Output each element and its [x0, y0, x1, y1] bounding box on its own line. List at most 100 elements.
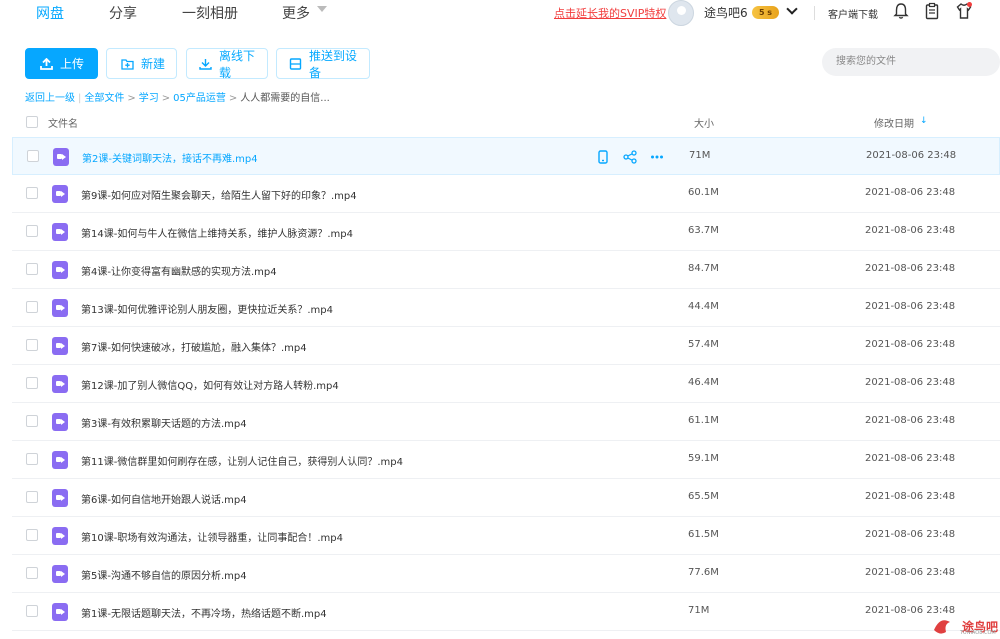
row-checkbox[interactable]: [26, 567, 38, 579]
row-checkbox[interactable]: [26, 377, 38, 389]
row-checkbox[interactable]: [26, 415, 38, 427]
file-row[interactable]: 第4课-让你变得富有幽默感的实现方法.mp4 84.7M 2021-08-06 23…: [12, 251, 1000, 289]
chevron-down-icon[interactable]: [786, 3, 798, 15]
file-row[interactable]: 第12课-加了别人微信QQ，如何有效让对方路人转粉.mp4 46.4M 2021-0…: [12, 365, 1000, 403]
new-label: 新建: [141, 57, 166, 71]
file-row[interactable]: 第14课-如何与牛人在微信上维持关系，维护人脉资源？.mp4 63.7M 2021-…: [12, 213, 1000, 251]
file-size: 60.1M: [688, 187, 719, 198]
breadcrumb-item[interactable]: 全部文件: [84, 93, 124, 104]
breadcrumb-back-link[interactable]: 返回上一级: [25, 93, 75, 104]
file-name[interactable]: 第2课-关键词聊天法，接话不再难.mp4: [82, 150, 258, 165]
file-row[interactable]: 第13课-如何优雅评论别人朋友圈，更快拉近关系？.mp4 44.4M 2021-08…: [12, 289, 1000, 327]
file-size: 63.7M: [688, 225, 719, 236]
breadcrumb-divider: |: [78, 93, 82, 104]
video-file-icon: [52, 299, 68, 317]
caret-down-icon[interactable]: [317, 6, 327, 12]
tab-netdisk[interactable]: 网盘: [36, 3, 64, 23]
share-icon[interactable]: [623, 149, 637, 164]
file-row[interactable]: 第9课-如何应对陌生聚会聊天，给陌生人留下好的印象？.mp4 60.1M 2021-…: [12, 175, 1000, 213]
video-file-icon: [52, 261, 68, 279]
avatar[interactable]: [668, 0, 694, 26]
file-name[interactable]: 第1课-无限话题聊天法，不再冷场，热络话题不断.mp4: [81, 605, 327, 620]
file-name[interactable]: 第3课-有效积累聊天话题的方法.mp4: [81, 415, 247, 430]
file-size: 59.1M: [688, 453, 719, 464]
video-file-icon: [52, 603, 68, 621]
file-modified-date: 2021-08-06 23:48: [865, 301, 956, 312]
file-name[interactable]: 第10课-职场有效沟通法，让领导器重，让同事配合！.mp4: [81, 529, 343, 544]
file-modified-date: 2021-08-06 23:48: [865, 377, 956, 388]
more-options-icon[interactable]: [650, 149, 664, 163]
breadcrumb-item[interactable]: 学习: [139, 93, 159, 104]
upload-label: 上传: [60, 57, 85, 71]
column-header-name[interactable]: 文件名: [48, 115, 78, 130]
download-icon: [199, 58, 212, 70]
file-modified-date: 2021-08-06 23:48: [865, 225, 956, 236]
file-name[interactable]: 第11课-微信群里如何刷存在感，让别人记住自己，获得别人认同？.mp4: [81, 453, 403, 468]
file-row[interactable]: 第10课-职场有效沟通法，让领导器重，让同事配合！.mp4 61.5M 2021-0…: [12, 517, 1000, 555]
file-row[interactable]: 第7课-如何快速破冰，打破尴尬，融入集体？.mp4 57.4M 2021-08-06…: [12, 327, 1000, 365]
row-checkbox[interactable]: [26, 529, 38, 541]
video-file-icon: [52, 489, 68, 507]
file-row[interactable]: 第6课-如何自信地开始跟人说话.mp4 65.5M 2021-08-06 23:48: [12, 479, 1000, 517]
file-name[interactable]: 第7课-如何快速破冰，打破尴尬，融入集体？.mp4: [81, 339, 307, 354]
row-checkbox[interactable]: [26, 225, 38, 237]
file-modified-date: 2021-08-06 23:48: [865, 187, 956, 198]
select-all-checkbox[interactable]: [26, 116, 38, 128]
row-checkbox[interactable]: [26, 301, 38, 313]
tab-share[interactable]: 分享: [109, 3, 137, 23]
file-size: 57.4M: [688, 339, 719, 350]
offline-download-button[interactable]: 离线下载: [186, 48, 268, 80]
search-input[interactable]: 搜索您的文件: [822, 48, 1000, 76]
file-row[interactable]: 第5课-沟通不够自信的原因分析.mp4 77.6M 2021-08-06 23:48: [12, 555, 1000, 593]
file-name[interactable]: 第14课-如何与牛人在微信上维持关系，维护人脉资源？.mp4: [81, 225, 353, 240]
file-row[interactable]: 第11课-微信群里如何刷存在感，让别人记住自己，获得别人认同？.mp4 59.1M…: [12, 441, 1000, 479]
svip-extend-link[interactable]: 点击延长我的SVIP特权: [554, 5, 666, 21]
row-checkbox[interactable]: [26, 491, 38, 503]
phone-push-icon[interactable]: [596, 149, 610, 164]
file-modified-date: 2021-08-06 23:48: [865, 415, 956, 426]
bell-icon[interactable]: [893, 2, 909, 20]
client-download-link[interactable]: 客户端下载: [828, 6, 878, 21]
breadcrumb-item[interactable]: 05产品运营: [173, 93, 226, 104]
row-checkbox[interactable]: [26, 339, 38, 351]
breadcrumb: 返回上一级 | 全部文件 > 学习 >05产品运营 > 人人都需要的自信...: [25, 89, 330, 104]
file-name[interactable]: 第12课-加了别人微信QQ，如何有效让对方路人转粉.mp4: [81, 377, 339, 392]
sort-desc-icon[interactable]: ↓: [920, 116, 928, 126]
upload-button[interactable]: 上传: [25, 48, 98, 79]
column-header-modified[interactable]: 修改日期: [874, 115, 914, 130]
breadcrumb-current: 人人都需要的自信...: [240, 93, 330, 104]
video-file-icon: [52, 375, 68, 393]
file-row[interactable]: 第2课-关键词聊天法，接话不再难.mp4 71M 2021-08-06 23:48: [12, 137, 1000, 175]
tab-more[interactable]: 更多: [282, 3, 310, 23]
file-size: 46.4M: [688, 377, 719, 388]
row-checkbox[interactable]: [27, 150, 39, 162]
username[interactable]: 途鸟吧6: [704, 4, 748, 21]
file-name[interactable]: 第4课-让你变得富有幽默感的实现方法.mp4: [81, 263, 277, 278]
tab-album[interactable]: 一刻相册: [182, 3, 238, 23]
file-name[interactable]: 第6课-如何自信地开始跟人说话.mp4: [81, 491, 247, 506]
row-checkbox[interactable]: [26, 453, 38, 465]
row-checkbox[interactable]: [26, 605, 38, 617]
file-name[interactable]: 第5课-沟通不够自信的原因分析.mp4: [81, 567, 247, 582]
row-actions: [596, 149, 664, 164]
new-button[interactable]: 新建: [106, 48, 177, 79]
file-modified-date: 2021-08-06 23:48: [866, 150, 957, 161]
file-modified-date: 2021-08-06 23:48: [865, 263, 956, 274]
coin-badge: 5 s: [752, 6, 779, 19]
file-row[interactable]: 第1课-无限话题聊天法，不再冷场，热络话题不断.mp4 71M 2021-08-06…: [12, 593, 1000, 631]
file-modified-date: 2021-08-06 23:48: [865, 339, 956, 350]
row-checkbox[interactable]: [26, 187, 38, 199]
clipboard-icon[interactable]: [924, 2, 940, 20]
file-list: 第2课-关键词聊天法，接话不再难.mp4 71M 2021-08-06 23:48 第…: [12, 137, 1000, 631]
file-name[interactable]: 第13课-如何优雅评论别人朋友圈，更快拉近关系？.mp4: [81, 301, 333, 316]
push-to-device-button[interactable]: 推送到设备: [276, 48, 370, 80]
device-icon: [289, 57, 302, 70]
upload-icon: [40, 57, 53, 70]
file-row[interactable]: 第3课-有效积累聊天话题的方法.mp4 61.1M 2021-08-06 23:48: [12, 403, 1000, 441]
file-size: 65.5M: [688, 491, 719, 502]
push-to-device-label: 推送到设备: [309, 48, 358, 80]
file-modified-date: 2021-08-06 23:48: [865, 529, 956, 540]
column-header-size[interactable]: 大小: [694, 115, 714, 130]
file-name[interactable]: 第9课-如何应对陌生聚会聊天，给陌生人留下好的印象？.mp4: [81, 187, 357, 202]
row-checkbox[interactable]: [26, 263, 38, 275]
